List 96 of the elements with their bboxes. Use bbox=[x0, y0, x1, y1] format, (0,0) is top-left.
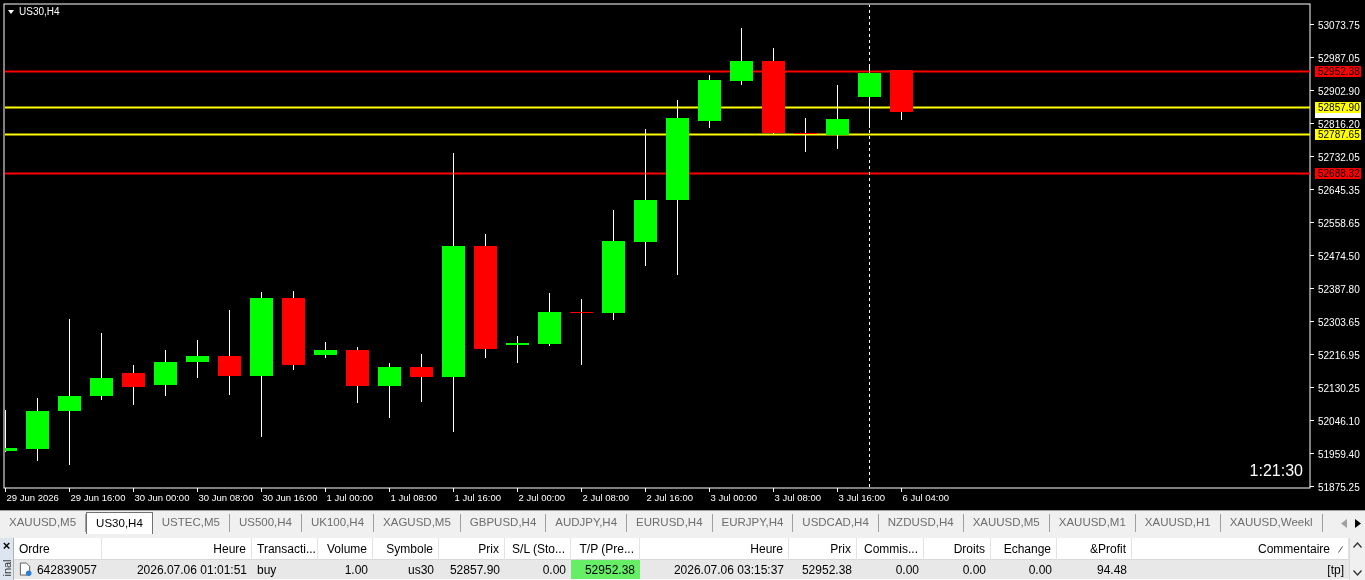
price-axis-label: 52130.25 bbox=[1318, 382, 1360, 394]
candlestick bbox=[698, 74, 721, 129]
time-axis-label: 3 Jul 00:00 bbox=[710, 492, 757, 503]
price-level-label: 52787.65 bbox=[1315, 129, 1361, 140]
time-axis-label: 3 Jul 16:00 bbox=[838, 492, 885, 503]
sort-icon bbox=[1338, 545, 1343, 553]
candlestick bbox=[346, 346, 369, 404]
time-axis-label: 29 Jun 2026 bbox=[6, 492, 59, 503]
candlestick bbox=[186, 339, 209, 379]
dropdown-icon[interactable] bbox=[8, 10, 14, 14]
candlestick bbox=[890, 69, 913, 121]
price-axis-label: 52387.80 bbox=[1318, 283, 1360, 295]
chart-tab[interactable]: US500,H4 bbox=[229, 514, 302, 532]
scrollbar[interactable] bbox=[1349, 538, 1365, 580]
table-cell: 642839057 bbox=[14, 560, 102, 579]
price-axis-label: 52046.10 bbox=[1318, 415, 1360, 427]
price-axis-label: 52987.05 bbox=[1318, 52, 1360, 64]
table-cell-text: 0.00 bbox=[894, 561, 920, 579]
table-cell-text: 1.00 bbox=[343, 561, 369, 579]
candlestick bbox=[826, 84, 849, 150]
table-cell-text: 2026.07.06 01:01:51 bbox=[135, 561, 248, 579]
table-cell-text: 52952.38 bbox=[800, 561, 853, 579]
chart-tab[interactable]: USDCAD,H4 bbox=[793, 514, 879, 532]
chart-tab[interactable]: XAUUSD,M1 bbox=[1049, 514, 1136, 532]
chart-tab[interactable]: US30,H4 bbox=[86, 512, 153, 534]
table-cell: 52952.38 bbox=[571, 560, 640, 579]
chart-tab[interactable]: XAUUSD,M5 bbox=[963, 514, 1050, 532]
candlestick bbox=[570, 298, 593, 366]
time-axis-label: 2 Jul 00:00 bbox=[518, 492, 565, 503]
time-axis-label: 1 Jul 08:00 bbox=[390, 492, 437, 503]
price-axis-label: 52558.65 bbox=[1318, 217, 1360, 229]
chart-tab[interactable]: AUDJPY,H4 bbox=[546, 514, 628, 532]
chart-tab[interactable]: XAGUSD,M5 bbox=[374, 514, 461, 532]
scroll-up-icon[interactable] bbox=[1353, 542, 1362, 548]
panel-title: inal bbox=[0, 559, 13, 577]
candlestick bbox=[506, 335, 529, 364]
bar-countdown: 1:21:30 bbox=[1249, 462, 1303, 479]
candlestick bbox=[378, 362, 401, 419]
price-level-label: 52688.32 bbox=[1315, 168, 1361, 179]
scroll-right-icon[interactable] bbox=[1355, 518, 1361, 528]
time-axis-label: 3 Jul 08:00 bbox=[774, 492, 821, 503]
candlestick bbox=[154, 349, 177, 397]
scroll-down-icon[interactable] bbox=[1353, 570, 1362, 576]
table-cell-text: [tp] bbox=[1326, 561, 1345, 579]
time-axis-label: 2 Jul 16:00 bbox=[646, 492, 693, 503]
time-axis-label: 29 Jun 16:00 bbox=[70, 492, 126, 503]
price-level-label: 52952.38 bbox=[1315, 66, 1361, 77]
price-axis-label: 51959.40 bbox=[1318, 448, 1360, 460]
price-axis-label: 52216.95 bbox=[1318, 349, 1360, 361]
chart-tab[interactable]: GBPUSD,H4 bbox=[460, 514, 547, 532]
document-icon bbox=[19, 562, 32, 577]
chart-tab[interactable]: XAUUSD,H1 bbox=[1135, 514, 1221, 532]
chart-tab[interactable]: UK100,H4 bbox=[302, 514, 375, 532]
price-axis-label: 52902.90 bbox=[1318, 85, 1360, 97]
price-axis-label: 52474.50 bbox=[1318, 250, 1360, 262]
table-cell-text: 0.00 bbox=[1027, 561, 1053, 579]
time-axis-label: 1 Jul 00:00 bbox=[326, 492, 373, 503]
time-axis-label: 30 Jun 08:00 bbox=[198, 492, 254, 503]
price-axis-label: 53073.75 bbox=[1318, 19, 1360, 31]
candlestick bbox=[5, 409, 17, 453]
chart-tab[interactable]: NZDUSD,H4 bbox=[878, 514, 964, 532]
time-axis-label: 30 Jun 00:00 bbox=[134, 492, 190, 503]
table-cell-text: 0.00 bbox=[541, 561, 567, 579]
table-cell-text: 52857.90 bbox=[448, 561, 501, 579]
candlestick bbox=[314, 341, 337, 359]
price-level-label: 52857.90 bbox=[1315, 102, 1361, 113]
candlestick bbox=[90, 332, 113, 401]
candlestick bbox=[730, 27, 753, 86]
time-axis-label: 30 Jun 16:00 bbox=[262, 492, 318, 503]
time-axis-label: 2 Jul 08:00 bbox=[582, 492, 629, 503]
table-cell-text: 94.48 bbox=[1095, 561, 1128, 579]
price-axis-label: 52645.35 bbox=[1318, 184, 1360, 196]
candlestick bbox=[410, 353, 433, 403]
chart-tab[interactable]: EURUSD,H4 bbox=[627, 514, 713, 532]
candlestick bbox=[858, 66, 881, 129]
chart-tab[interactable]: EURJPY,H4 bbox=[712, 514, 794, 532]
candlestick bbox=[794, 117, 817, 153]
chart-title: US30,H4 bbox=[19, 6, 60, 17]
candlestick bbox=[538, 292, 561, 347]
price-axis-label: 52732.05 bbox=[1318, 151, 1360, 163]
price-axis-label: 51875.25 bbox=[1318, 481, 1360, 493]
table-cell-text: 2026.07.06 03:15:37 bbox=[672, 561, 785, 579]
table-cell-text: buy bbox=[256, 561, 278, 579]
chart-tab[interactable]: XAUUSD,Weekl bbox=[1220, 514, 1323, 532]
price-axis-label: 52816.20 bbox=[1318, 118, 1360, 130]
table-cell-text: 0.00 bbox=[961, 561, 987, 579]
price-level-line[interactable] bbox=[5, 172, 1310, 175]
time-axis-label: 6 Jul 04:00 bbox=[902, 492, 949, 503]
price-level-line[interactable] bbox=[5, 70, 1310, 73]
candlestick bbox=[26, 397, 49, 462]
chart-tab[interactable]: USTEC,M5 bbox=[152, 514, 230, 532]
close-button[interactable]: × bbox=[2, 538, 11, 554]
table-cell-text: us30 bbox=[406, 561, 435, 579]
candlestick bbox=[122, 364, 145, 406]
price-axis-label: 52303.65 bbox=[1318, 316, 1360, 328]
time-axis-label: 1 Jul 16:00 bbox=[454, 492, 501, 503]
